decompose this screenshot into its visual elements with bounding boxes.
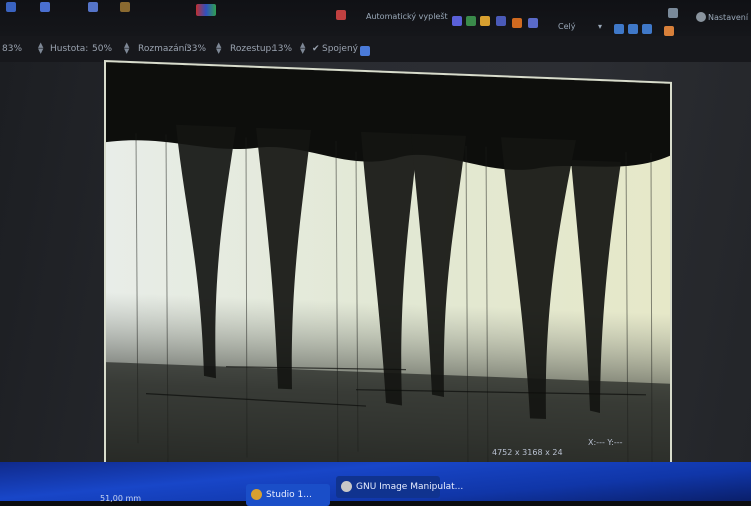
joined-label[interactable]: Spojený [322, 44, 358, 54]
taskbar: 51,00 mm Studio 1... GNU Image Manipulat… [0, 462, 751, 506]
tool-icon-1[interactable] [452, 16, 462, 26]
zoom-fit-icon[interactable] [628, 24, 638, 34]
tool-icon-2[interactable] [466, 16, 476, 26]
blur-label: Rozmazání: [138, 44, 190, 54]
restore-label[interactable]: Nastavení [708, 13, 748, 22]
image-canvas[interactable] [104, 60, 672, 494]
density-label: Hustota: [50, 44, 89, 54]
open-icon[interactable] [120, 2, 130, 12]
tool-icon-6[interactable] [528, 18, 538, 28]
zoom-value[interactable]: 83% [2, 44, 22, 54]
save-icon[interactable] [88, 2, 98, 12]
fill-icon[interactable] [336, 10, 346, 20]
density-value[interactable]: 50% [92, 44, 112, 54]
app-icon[interactable] [6, 2, 16, 12]
zoom-out-icon[interactable] [642, 24, 652, 34]
studio-app-icon [251, 489, 262, 500]
tool-icon-4[interactable] [496, 16, 506, 26]
file-icon[interactable] [40, 2, 50, 12]
status-bar: 4752 x 3168 x 24 X:--- Y:--- [0, 438, 751, 460]
image-size-readout: 4752 x 3168 x 24 [492, 448, 563, 457]
photo-tree-reflection [106, 62, 672, 494]
tool-icon-5[interactable] [512, 18, 522, 28]
brush-icon[interactable] [664, 26, 674, 36]
gimp-app-icon [341, 481, 352, 492]
coords-readout: X:--- Y:--- [588, 438, 623, 447]
zoom-spinner-icon[interactable]: ▲ ▼ [38, 42, 44, 55]
taskbar-item-studio-label: Studio 1... [266, 490, 312, 500]
spacing-label: Rozestup: [230, 44, 275, 54]
taskbar-item-gimp[interactable]: GNU Image Manipulat... [336, 476, 463, 498]
tool-icon-3[interactable] [480, 16, 490, 26]
autofill-label[interactable]: Automatický vyplešt [366, 12, 448, 21]
spacing-value[interactable]: 13% [272, 44, 292, 54]
tool-options-bar: 83% ▲ ▼ Hustota: 50% ▲ ▼ Rozmazání: 33% ▲ ▼… [0, 36, 751, 63]
palette-icon[interactable] [196, 4, 216, 16]
taskbar-item-studio[interactable]: Studio 1... [246, 484, 330, 506]
zoom-in-icon[interactable] [614, 24, 624, 34]
taskbar-item-gimp-label: GNU Image Manipulat... [356, 482, 464, 492]
density-spinner-icon[interactable]: ▲ ▼ [124, 42, 130, 55]
mode-icon[interactable] [360, 46, 370, 56]
spacing-spinner-icon[interactable]: ▲ ▼ [300, 42, 306, 55]
blur-spinner-icon[interactable]: ▲ ▼ [216, 42, 222, 55]
chevron-down-icon[interactable]: ▾ [598, 22, 602, 31]
top-toolbar: Automatický vyplešt Celý ▾ Nastavení [0, 0, 751, 36]
settings-icon[interactable] [668, 8, 678, 18]
restore-icon[interactable] [696, 12, 706, 22]
check-icon[interactable]: ✔ [312, 44, 320, 54]
blur-value[interactable]: 33% [186, 44, 206, 54]
ruler-value: 51,00 mm [100, 494, 142, 503]
view-select[interactable]: Celý [558, 22, 575, 31]
